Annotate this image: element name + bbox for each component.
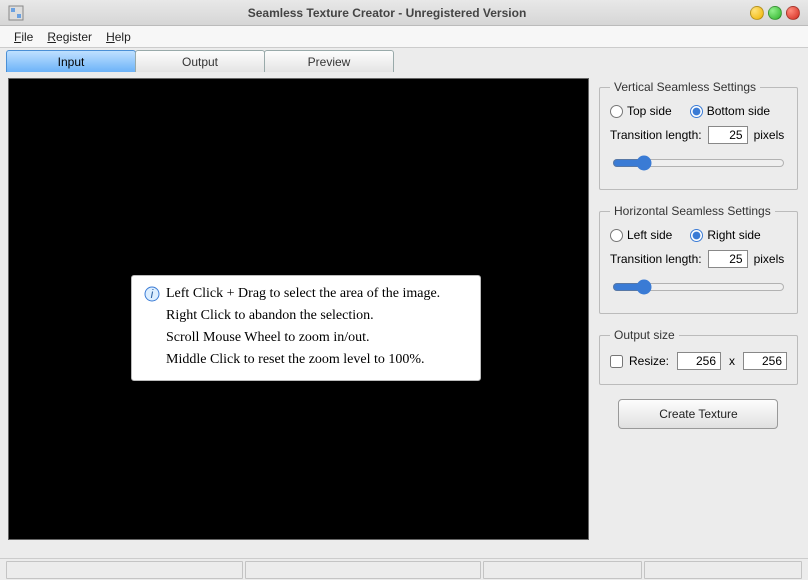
radio-left-side[interactable]: Left side <box>610 228 672 242</box>
hint-line-2: Right Click to abandon the selection. <box>166 308 374 324</box>
menu-bar: File Register Help <box>0 26 808 48</box>
menu-register[interactable]: Register <box>47 30 92 44</box>
horizontal-transition-slider[interactable] <box>612 278 785 296</box>
radio-top-side[interactable]: Top side <box>610 104 672 118</box>
radio-bottom-side[interactable]: Bottom side <box>690 104 770 118</box>
vertical-transition-label: Transition length: <box>610 128 702 142</box>
menu-file[interactable]: File <box>14 30 33 44</box>
maximize-button[interactable] <box>768 6 782 20</box>
radio-right-side[interactable]: Right side <box>690 228 760 242</box>
horizontal-legend: Horizontal Seamless Settings <box>610 204 775 218</box>
create-texture-button[interactable]: Create Texture <box>618 399 778 429</box>
horizontal-transition-input[interactable] <box>708 250 748 268</box>
hint-line-3: Scroll Mouse Wheel to zoom in/out. <box>166 330 370 346</box>
vertical-transition-slider[interactable] <box>612 154 785 172</box>
horizontal-transition-label: Transition length: <box>610 252 702 266</box>
menu-help[interactable]: Help <box>106 30 131 44</box>
resize-width-input[interactable] <box>677 352 721 370</box>
horizontal-seamless-group: Horizontal Seamless Settings Left side R… <box>599 204 798 314</box>
resize-checkbox[interactable]: Resize: <box>610 354 669 368</box>
output-legend: Output size <box>610 328 679 342</box>
vertical-seamless-group: Vertical Seamless Settings Top side Bott… <box>599 80 798 190</box>
title-bar: Seamless Texture Creator - Unregistered … <box>0 0 808 26</box>
horizontal-transition-unit: pixels <box>754 252 785 266</box>
output-size-group: Output size Resize: x <box>599 328 798 385</box>
vertical-legend: Vertical Seamless Settings <box>610 80 760 94</box>
tab-output[interactable]: Output <box>135 50 265 72</box>
hint-tooltip: i Left Click + Drag to select the area o… <box>131 275 481 381</box>
svg-text:i: i <box>151 287 154 301</box>
tab-strip: Input Output Preview <box>0 48 808 72</box>
status-cell-3 <box>483 561 641 579</box>
resize-x-label: x <box>729 354 735 368</box>
window-title: Seamless Texture Creator - Unregistered … <box>24 6 750 20</box>
status-cell-1 <box>6 561 243 579</box>
close-button[interactable] <box>786 6 800 20</box>
tab-preview[interactable]: Preview <box>264 50 394 72</box>
status-cell-4 <box>644 561 802 579</box>
vertical-transition-unit: pixels <box>754 128 785 142</box>
resize-height-input[interactable] <box>743 352 787 370</box>
hint-line-4: Middle Click to reset the zoom level to … <box>166 352 425 368</box>
image-preview-area[interactable]: i Left Click + Drag to select the area o… <box>8 78 589 540</box>
minimize-button[interactable] <box>750 6 764 20</box>
app-icon <box>8 5 24 21</box>
window-controls <box>750 6 800 20</box>
settings-panel: Vertical Seamless Settings Top side Bott… <box>589 72 808 558</box>
info-icon: i <box>144 286 160 302</box>
tab-input[interactable]: Input <box>6 50 136 72</box>
hint-line-1: Left Click + Drag to select the area of … <box>166 286 440 302</box>
status-cell-2 <box>245 561 482 579</box>
status-bar <box>0 558 808 580</box>
vertical-transition-input[interactable] <box>708 126 748 144</box>
